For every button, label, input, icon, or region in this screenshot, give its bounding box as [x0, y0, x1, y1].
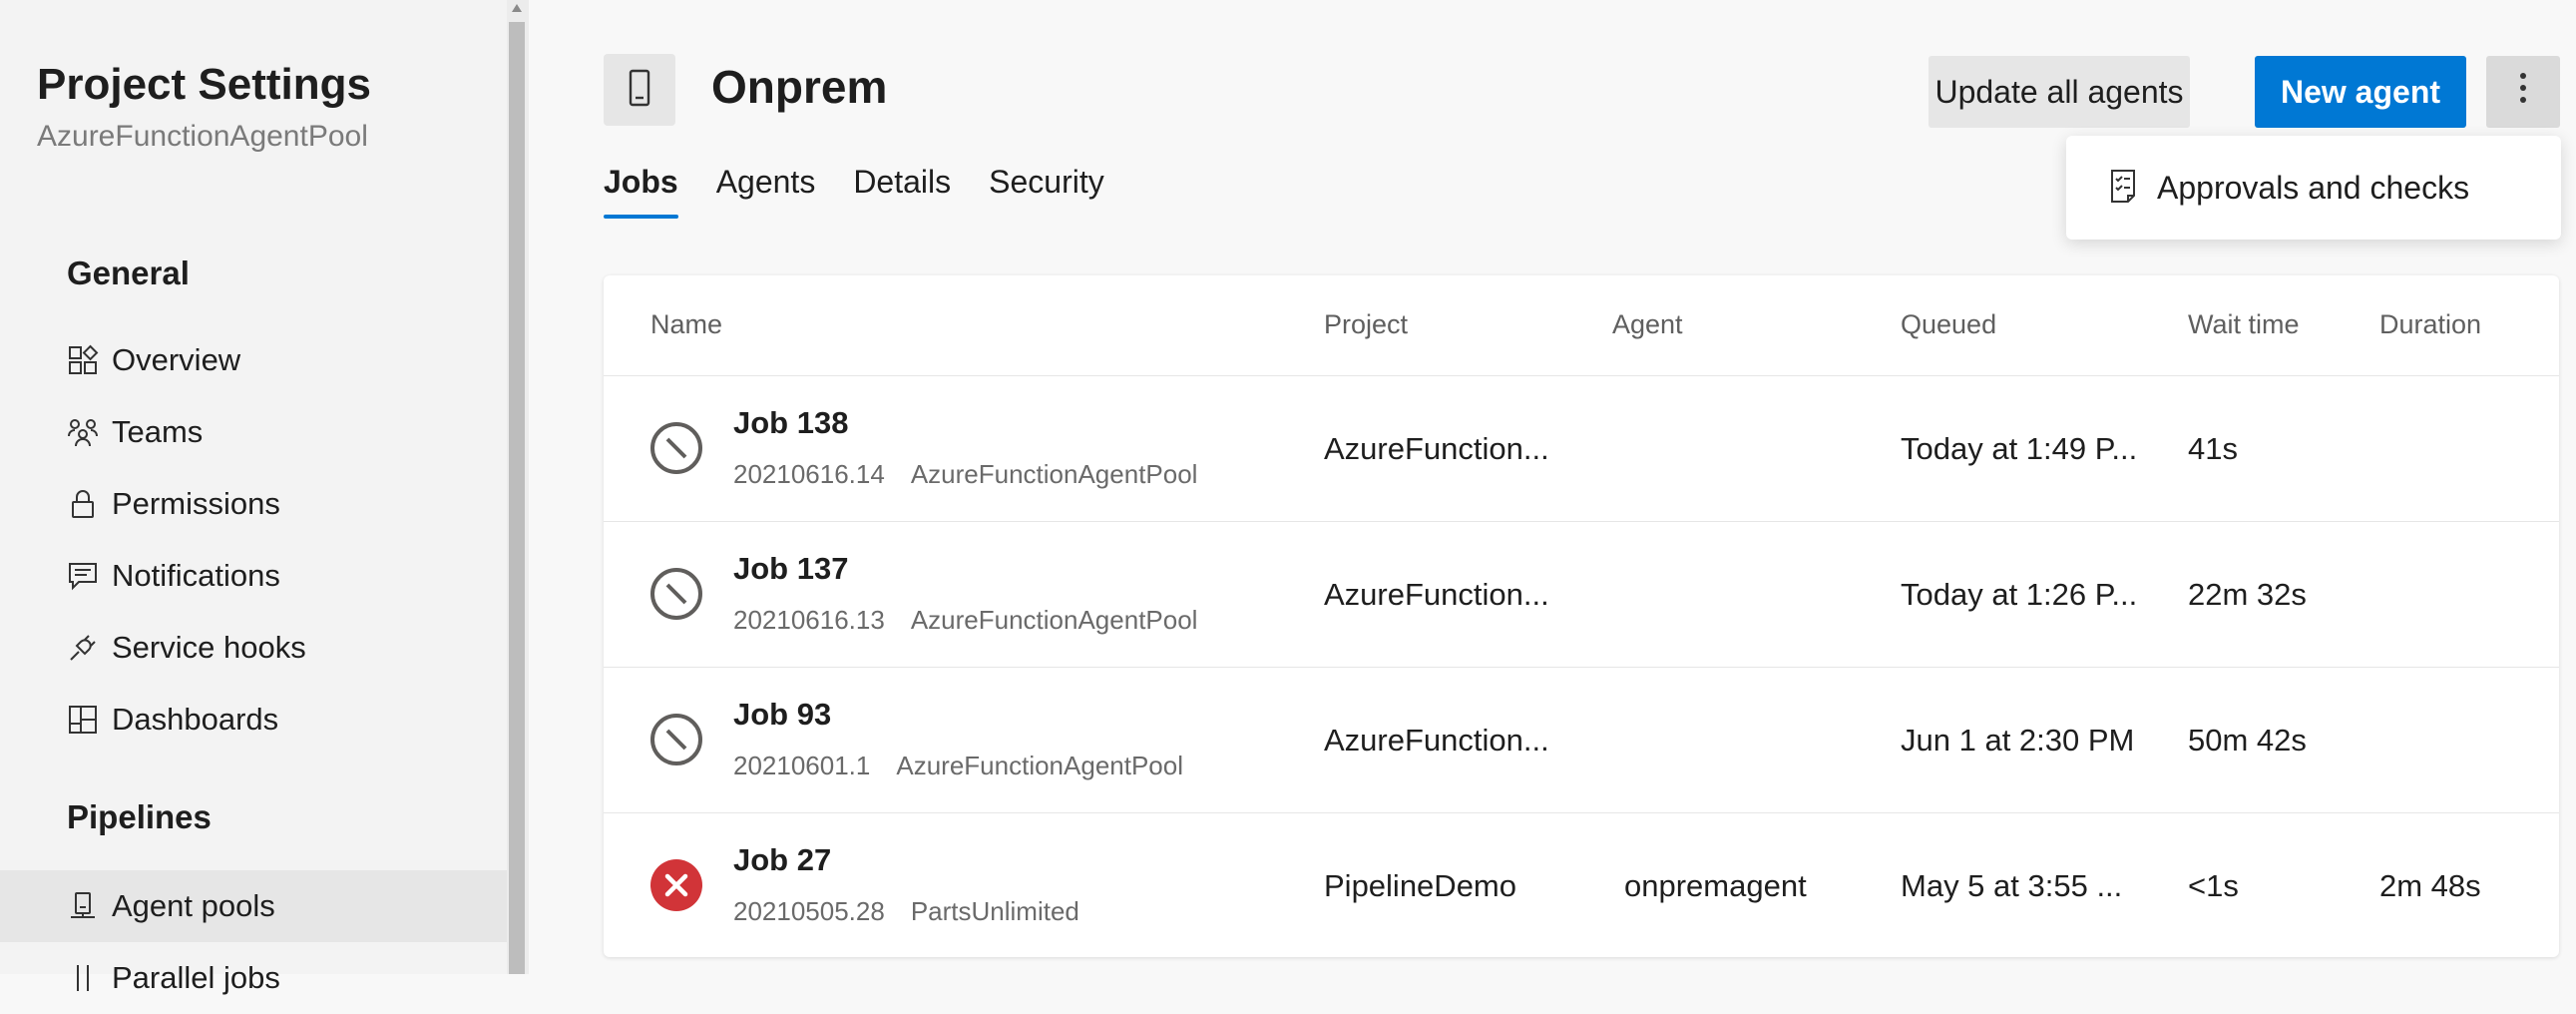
service-hooks-icon	[66, 631, 100, 665]
sidebar-item-agent-pools[interactable]: Agent pools	[0, 870, 507, 942]
sidebar-item-label: Permissions	[112, 486, 280, 521]
table-header: Name Project Agent Queued Wait time Dura…	[604, 275, 2559, 376]
lock-icon	[66, 487, 100, 521]
wait-time-cell: <1s	[2188, 868, 2239, 903]
sidebar-item-label: Dashboards	[112, 702, 279, 737]
sidebar-item-dashboards[interactable]: Dashboards	[0, 684, 507, 756]
update-all-agents-button[interactable]: Update all agents	[1929, 56, 2190, 128]
pipeline-name: AzureFunctionAgentPool	[910, 459, 1198, 489]
teams-icon	[66, 415, 100, 449]
parallel-jobs-icon	[66, 961, 100, 995]
wait-time-cell: 50m 42s	[2188, 723, 2307, 758]
build-number: 20210505.28	[733, 896, 885, 926]
tab-agents[interactable]: Agents	[716, 164, 816, 219]
project-cell: AzureFunction...	[1324, 577, 1549, 612]
scroll-up-arrow-icon[interactable]	[512, 4, 522, 12]
canceled-status-icon	[648, 566, 704, 622]
job-meta: 20210616.13 AzureFunctionAgentPool	[733, 605, 1197, 636]
overview-icon	[66, 343, 100, 377]
failed-status-icon	[648, 857, 704, 913]
tab-bar: Jobs Agents Details Security	[604, 164, 1142, 219]
column-header-wait-time: Wait time	[2188, 309, 2300, 339]
project-cell: AzureFunction...	[1324, 723, 1549, 758]
agent-cell: onpremagent	[1624, 868, 1807, 903]
sidebar-item-service-hooks[interactable]: Service hooks	[0, 612, 507, 684]
table-row[interactable]: Job 27 20210505.28 PartsUnlimited Pipelin…	[604, 812, 2559, 958]
sidebar-title: Project Settings	[37, 60, 371, 109]
tab-details[interactable]: Details	[853, 164, 951, 219]
sidebar-item-teams[interactable]: Teams	[0, 396, 507, 468]
more-actions-button[interactable]	[2486, 56, 2560, 128]
job-name[interactable]: Job 27	[733, 842, 831, 878]
table-row[interactable]: Job 137 20210616.13 AzureFunctionAgentPoo…	[604, 521, 2559, 668]
build-number: 20210601.1	[733, 751, 871, 780]
more-actions-menu: Approvals and checks	[2066, 136, 2561, 240]
column-header-name: Name	[650, 309, 723, 339]
job-name[interactable]: Job 93	[733, 697, 831, 733]
job-name[interactable]: Job 137	[733, 551, 848, 587]
jobs-table: Name Project Agent Queued Wait time Dura…	[604, 275, 2559, 957]
more-vertical-icon	[2518, 71, 2528, 113]
settings-sidebar: Project Settings AzureFunctionAgentPool …	[0, 0, 507, 995]
sidebar-item-notifications[interactable]: Notifications	[0, 540, 507, 612]
project-cell: PipelineDemo	[1324, 868, 1516, 903]
column-header-agent: Agent	[1612, 309, 1683, 339]
sidebar-item-label: Agent pools	[112, 888, 275, 923]
queued-cell: May 5 at 3:55 ...	[1901, 868, 2123, 903]
job-meta: 20210616.14 AzureFunctionAgentPool	[733, 459, 1197, 490]
wait-time-cell: 22m 32s	[2188, 577, 2307, 612]
column-header-queued: Queued	[1901, 309, 1997, 339]
sidebar-item-overview[interactable]: Overview	[0, 324, 507, 396]
build-number: 20210616.13	[733, 605, 885, 635]
sidebar-item-label: Parallel jobs	[112, 960, 280, 995]
scrollbar-thumb[interactable]	[509, 22, 525, 974]
agent-pool-icon	[623, 68, 656, 113]
column-header-project: Project	[1324, 309, 1409, 339]
queued-cell: Today at 1:49 P...	[1901, 431, 2138, 466]
queued-cell: Jun 1 at 2:30 PM	[1901, 723, 2135, 758]
sidebar-item-label: Notifications	[112, 558, 280, 593]
table-row[interactable]: Job 93 20210601.1 AzureFunctionAgentPool …	[604, 667, 2559, 813]
dashboards-icon	[66, 703, 100, 737]
new-agent-button[interactable]: New agent	[2255, 56, 2466, 128]
job-name[interactable]: Job 138	[733, 405, 848, 441]
job-meta: 20210505.28 PartsUnlimited	[733, 896, 1079, 927]
tab-security[interactable]: Security	[989, 164, 1104, 219]
checklist-icon	[2106, 166, 2140, 206]
pipeline-name: AzureFunctionAgentPool	[896, 751, 1183, 780]
sidebar-item-label: Overview	[112, 342, 241, 377]
section-heading-general: General	[67, 254, 190, 291]
pipeline-name: PartsUnlimited	[910, 896, 1079, 926]
job-meta: 20210601.1 AzureFunctionAgentPool	[733, 751, 1183, 781]
sidebar-item-label: Teams	[112, 414, 204, 449]
menu-item-approvals-and-checks[interactable]: Approvals and checks	[2157, 170, 2469, 207]
table-row[interactable]: Job 138 20210616.14 AzureFunctionAgentPoo…	[604, 375, 2559, 522]
canceled-status-icon	[648, 712, 704, 767]
pool-icon-box	[604, 54, 675, 126]
sidebar-subtitle: AzureFunctionAgentPool	[37, 120, 368, 153]
canceled-status-icon	[648, 420, 704, 476]
notifications-icon	[66, 559, 100, 593]
wait-time-cell: 41s	[2188, 431, 2238, 466]
duration-cell: 2m 48s	[2379, 868, 2481, 903]
agent-pools-icon	[66, 889, 100, 923]
queued-cell: Today at 1:26 P...	[1901, 577, 2138, 612]
sidebar-item-label: Service hooks	[112, 630, 306, 665]
section-heading-pipelines: Pipelines	[67, 798, 212, 835]
sidebar-item-parallel-jobs[interactable]: Parallel jobs	[0, 942, 507, 1014]
tab-jobs[interactable]: Jobs	[604, 164, 678, 219]
column-header-duration: Duration	[2379, 309, 2482, 339]
project-cell: AzureFunction...	[1324, 431, 1549, 466]
build-number: 20210616.14	[733, 459, 885, 489]
pipeline-name: AzureFunctionAgentPool	[910, 605, 1198, 635]
page-title: Onprem	[711, 61, 888, 113]
sidebar-item-permissions[interactable]: Permissions	[0, 468, 507, 540]
sidebar-scrollbar[interactable]	[507, 0, 529, 974]
main-content: Onprem Jobs Agents Details Security Upda…	[529, 0, 2576, 974]
